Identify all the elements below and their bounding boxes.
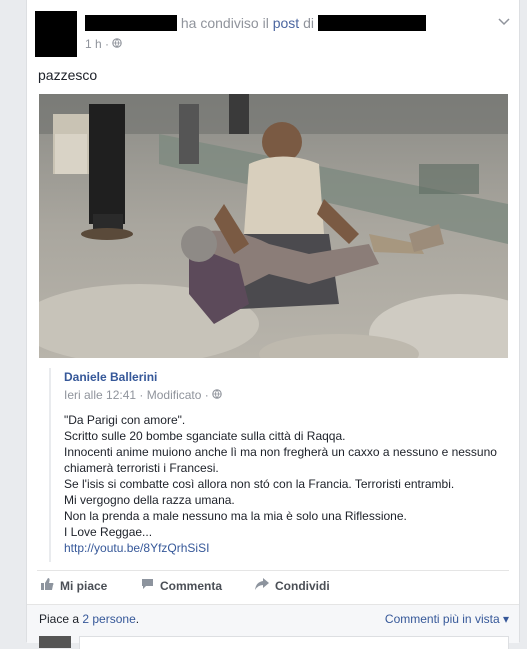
likes-prefix: Piace a [39,612,80,626]
like-label: Mi piace [60,578,108,593]
globe-icon [212,388,222,402]
comment-icon [141,578,154,593]
redacted-name[interactable] [317,15,426,31]
avatar[interactable] [35,11,77,57]
comment-label: Commenta [160,578,223,593]
shared-post: Daniele Ballerini Ieri alle 12:41 · Modi… [49,368,521,562]
shared-meta: Ieri alle 12:41 · Modificato · [64,388,222,402]
shared-line: Se l'isis si combatte così allora non st… [64,477,455,491]
edited-label[interactable]: Modificato [147,388,202,402]
likes-link[interactable]: 2 persone [82,612,135,626]
likes-suffix: . [135,612,140,626]
shared-line: Mi vergogno della razza umana. [64,493,235,507]
shared-line: Scritto sulle 20 bombe sganciate sulla c… [64,429,346,443]
shared-line: I Love Reggae... [64,525,153,539]
comment-composer [39,633,509,649]
shared-body: "Da Parigi con amore". Scritto sulle 20 … [64,412,504,556]
share-button[interactable]: Condividi [255,578,330,593]
shared-date[interactable]: Ieri alle 12:41 [64,388,136,402]
shared-line: Non la prenda a male nessuno ma la mia è… [64,509,407,523]
avatar [39,636,71,648]
shared-author[interactable]: Daniele Ballerini [64,370,157,384]
post-photo[interactable] [39,94,508,358]
comments-sort-dropdown[interactable]: Commenti più in vista ▾ [385,612,509,626]
globe-icon [112,37,123,51]
post-footer: Piace a 2 persone. Commenti più in vista… [27,604,519,649]
post-meta: 1 h · [85,37,123,51]
photo-image [39,94,508,358]
shared-label: ha condiviso il [180,15,269,31]
shared-link[interactable]: http://youtu.be/8YfzQrhSiSI [64,540,504,556]
share-icon [255,578,269,593]
post-header: ha condiviso il post di [85,15,426,31]
comment-button[interactable]: Commenta [141,578,222,593]
timestamp[interactable]: 1 h [85,37,102,51]
comment-input[interactable] [79,636,509,649]
comments-sort-label: Commenti più in vista [384,612,500,626]
caret-down-icon: ▾ [502,612,509,626]
post-text: pazzesco [38,67,98,83]
share-label: Condividi [275,578,330,593]
shared-line: Innocenti anime muiono anche lì ma non f… [64,445,497,475]
of-label: di [303,15,314,31]
action-bar: Mi piace Commenta Condividi [37,570,509,601]
thumbs-up-icon [41,578,54,593]
likes-summary: Piace a 2 persone. [39,612,139,626]
feed-post-card: ha condiviso il post di 1 h · pazzesco D… [26,0,521,649]
like-button[interactable]: Mi piace [41,578,107,593]
redacted-name[interactable] [85,15,177,31]
chevron-down-icon[interactable] [498,14,510,29]
shared-line: "Da Parigi con amore". [64,413,186,427]
post-link[interactable]: post [273,15,299,31]
